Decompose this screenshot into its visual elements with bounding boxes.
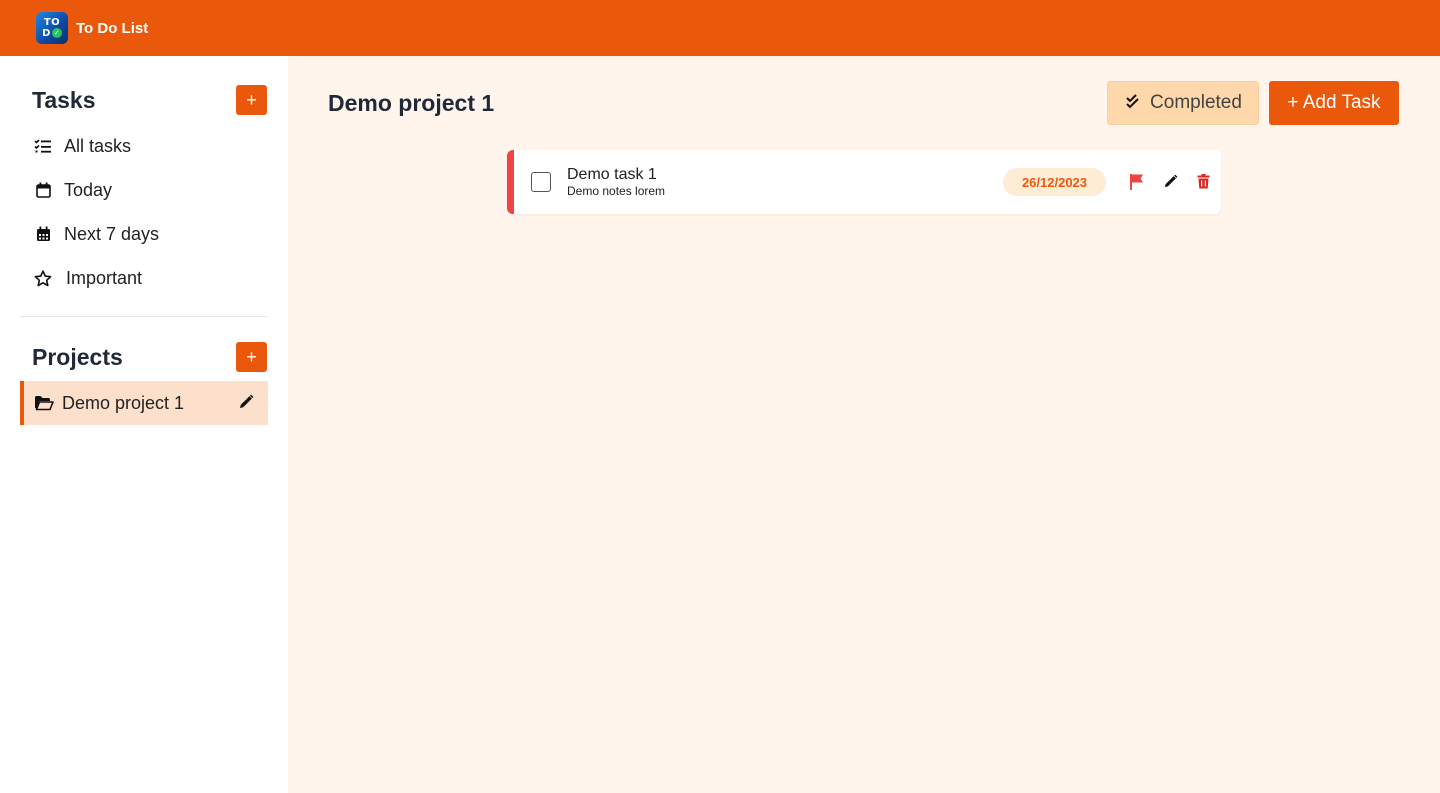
task-notes: Demo notes lorem [567,184,666,198]
sidebar-item-label: Next 7 days [64,223,160,244]
edit-project-icon[interactable] [238,394,256,412]
tasks-section-header: Tasks + [32,85,267,115]
add-project-button[interactable]: + [236,342,267,372]
projects-section-title: Projects [32,343,123,370]
main-content: Demo project 1 Completed + Add Task Demo… [288,56,1440,793]
sidebar-item-label: Today [64,179,113,200]
add-task-button[interactable]: + Add Task [1269,81,1399,125]
tasks-section-title: Tasks [32,86,96,113]
star-icon [34,269,52,287]
flag-icon[interactable] [1128,172,1146,190]
task-date-badge: 26/12/2023 [1003,168,1106,196]
calendar-icon [34,181,52,199]
task-checkbox[interactable] [531,172,551,192]
add-task-sidebar-button[interactable]: + [236,85,267,115]
sidebar-item-today[interactable]: Today [34,176,112,204]
logo-check-icon: ✓ [51,28,62,38]
sidebar: Tasks + All tasks Today Next 7 days Impo… [0,56,288,793]
sidebar-item-important[interactable]: Important [34,264,142,292]
calendar-week-icon [34,225,52,243]
edit-task-icon[interactable] [1161,172,1179,190]
list-check-icon [34,137,52,155]
logo-text-top: TO [43,17,61,28]
sidebar-item-label: Important [66,267,143,288]
top-bar: TO D ✓ To Do List [0,0,1440,56]
task-card[interactable]: Demo task 1 Demo notes lorem 26/12/2023 [507,150,1221,214]
double-check-icon [1124,94,1142,112]
folder-open-icon [34,394,54,412]
completed-button[interactable]: Completed [1107,81,1259,125]
sidebar-project-demo-project-1[interactable]: Demo project 1 [20,381,268,425]
app-title: To Do List [76,19,149,37]
delete-task-icon[interactable] [1194,172,1212,190]
sidebar-item-next-7-days[interactable]: Next 7 days [34,220,159,248]
sidebar-item-label: All tasks [64,135,132,156]
project-label: Demo project 1 [62,392,185,413]
sidebar-divider [20,316,267,317]
projects-section-header: Projects + [32,342,267,372]
completed-label: Completed [1150,92,1242,113]
sidebar-item-all-tasks[interactable]: All tasks [34,132,131,160]
task-title: Demo task 1 [567,166,657,183]
logo-text-bottom: D [42,28,51,39]
page-title: Demo project 1 [328,90,495,116]
app-logo-icon: TO D ✓ [36,12,68,44]
